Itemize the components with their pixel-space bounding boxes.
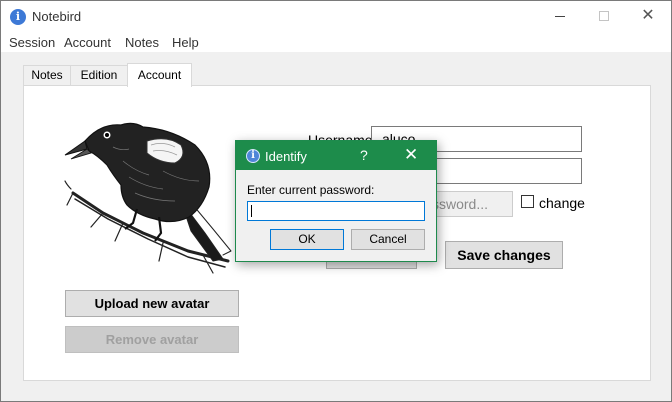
close-button[interactable]: ✕ [625, 1, 671, 32]
remove-avatar-button: Remove avatar [65, 326, 239, 353]
avatar-image [64, 122, 232, 274]
tab-account[interactable]: Account [127, 63, 192, 87]
maximize-button[interactable] [581, 1, 627, 32]
minimize-button[interactable] [537, 1, 583, 32]
menu-notes[interactable]: Notes [125, 35, 159, 50]
dialog-title: Identify [265, 149, 307, 164]
menu-account[interactable]: Account [64, 35, 111, 50]
help-icon[interactable]: ? [360, 147, 368, 163]
info-icon: i [10, 9, 26, 25]
title-bar: i Notebird ✕ [1, 1, 671, 32]
cancel-button[interactable]: Cancel [351, 229, 425, 250]
change-password-checkbox[interactable] [521, 195, 534, 208]
ok-button[interactable]: OK [270, 229, 344, 250]
save-changes-button[interactable]: Save changes [445, 241, 563, 269]
upload-avatar-button[interactable]: Upload new avatar [65, 290, 239, 317]
change-label: change [539, 195, 585, 211]
tab-notes[interactable]: Notes [23, 65, 71, 85]
minimize-icon [555, 16, 565, 17]
menu-help[interactable]: Help [172, 35, 199, 50]
close-icon[interactable]: ✕ [404, 145, 418, 165]
window-title: Notebird [32, 9, 82, 24]
password-prompt: Enter current password: [247, 183, 375, 197]
tab-edition[interactable]: Edition [70, 65, 128, 85]
info-icon: i [246, 149, 260, 163]
text-caret [251, 205, 252, 217]
identify-dialog: i Identify ? ✕ Enter current password: O… [235, 140, 437, 262]
maximize-icon [599, 11, 609, 21]
close-icon: ✕ [641, 7, 655, 24]
current-password-input[interactable] [247, 201, 425, 221]
menu-session[interactable]: Session [9, 35, 55, 50]
menu-bar: Session Account Notes Help [1, 32, 671, 52]
dialog-title-bar: i Identify ? ✕ [236, 141, 436, 170]
